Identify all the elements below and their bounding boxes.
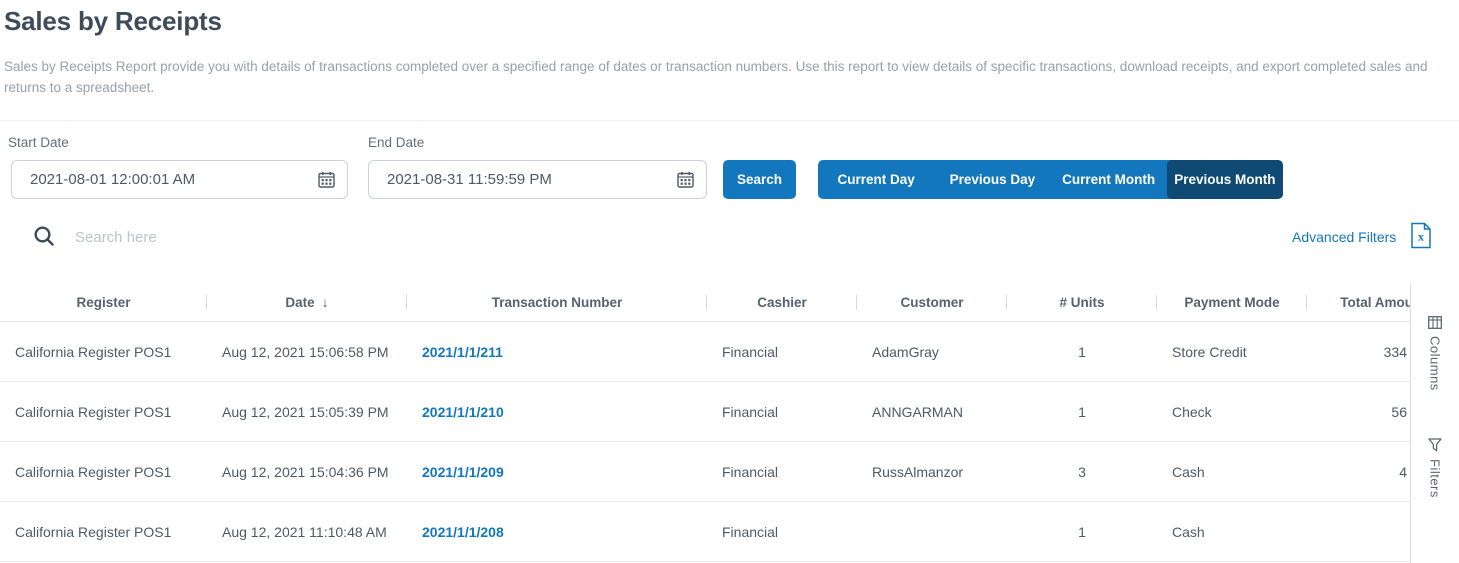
filter-funnel-icon [1428, 438, 1442, 452]
filters-tab-label: Filters [1427, 458, 1443, 498]
cell-register: California Register POS1 [15, 523, 172, 540]
transaction-number-link[interactable]: 2021/1/1/210 [422, 404, 504, 420]
cell-customer: RussAlmanzor [872, 463, 964, 480]
cell-transaction-number: 2021/1/1/208 [407, 524, 707, 540]
cell-transaction-number: 2021/1/1/209 [407, 464, 707, 480]
start-date-label: Start Date [8, 135, 69, 150]
cell-transaction-number: 2021/1/1/210 [407, 404, 707, 420]
table-body: California Register POS1 Aug 12, 2021 15… [0, 322, 1459, 562]
columns-tab-label: Columns [1427, 336, 1443, 391]
transaction-number-link[interactable]: 2021/1/1/211 [422, 344, 503, 360]
columns-grid-icon [1428, 316, 1442, 329]
start-date-input[interactable] [30, 171, 318, 188]
columns-tab[interactable]: Columns [1428, 316, 1443, 391]
end-date-label: End Date [368, 135, 425, 150]
cell-payment-mode: Cash [1172, 463, 1205, 480]
start-date-calendar-icon[interactable] [318, 171, 335, 188]
search-input[interactable] [75, 224, 1075, 250]
column-header-transaction-number[interactable]: Transaction Number [407, 295, 707, 310]
cell-cashier: Financial [722, 523, 779, 540]
quick-range-current-month[interactable]: Current Month [1051, 160, 1167, 199]
cell-units: 1 [1078, 343, 1086, 360]
column-header-units[interactable]: # Units [1007, 295, 1157, 310]
cell-date: Aug 12, 2021 15:06:58 PM [222, 343, 389, 360]
header-divider [0, 120, 1459, 121]
table-header: Register Date ↓ Transaction Number Cashie… [0, 283, 1459, 322]
page-title: Sales by Receipts [4, 6, 222, 36]
svg-text:x: x [1418, 230, 1424, 244]
cell-units: 3 [1078, 463, 1086, 480]
side-panel: Columns Filters [1410, 283, 1459, 563]
cell-customer: ANNGARMAN [872, 403, 964, 420]
sort-desc-icon: ↓ [321, 294, 329, 310]
search-button[interactable]: Search [723, 160, 796, 199]
table-row[interactable]: California Register POS1 Aug 12, 2021 15… [0, 322, 1459, 382]
cell-customer: AdamGray [872, 343, 939, 360]
table-row[interactable]: California Register POS1 Aug 12, 2021 15… [0, 382, 1459, 442]
quick-range-previous-day[interactable]: Previous Day [934, 160, 1050, 199]
cell-units: 1 [1078, 403, 1086, 420]
table-row[interactable]: California Register POS1 Aug 12, 2021 15… [0, 442, 1459, 502]
end-date-calendar-icon[interactable] [677, 171, 694, 188]
cell-cashier: Financial [722, 343, 779, 360]
cell-date: Aug 12, 2021 15:05:39 PM [222, 403, 389, 420]
cell-payment-mode: Cash [1172, 523, 1205, 540]
quick-range-previous-month[interactable]: Previous Month [1166, 160, 1283, 199]
cell-register: California Register POS1 [15, 343, 172, 360]
cell-date: Aug 12, 2021 11:10:48 AM [222, 523, 387, 540]
cell-date: Aug 12, 2021 15:04:36 PM [222, 463, 389, 480]
start-date-field[interactable] [11, 160, 348, 199]
column-header-cashier[interactable]: Cashier [707, 295, 857, 310]
cell-payment-mode: Check [1172, 403, 1212, 420]
column-header-date[interactable]: Date ↓ [207, 294, 407, 310]
cell-register: California Register POS1 [15, 403, 172, 420]
quick-range-group: Current Day Previous Day Current Month Prev… [818, 160, 1283, 199]
table-row[interactable]: California Register POS1 Aug 12, 2021 11… [0, 502, 1459, 562]
search-icon [33, 225, 55, 247]
column-header-payment-mode[interactable]: Payment Mode [1157, 295, 1307, 310]
end-date-input[interactable] [387, 171, 677, 188]
excel-export-icon[interactable]: x [1410, 222, 1432, 249]
filters-tab[interactable]: Filters [1428, 438, 1443, 498]
cell-cashier: Financial [722, 463, 779, 480]
cell-transaction-number: 2021/1/1/211 [407, 344, 707, 360]
column-header-register[interactable]: Register [0, 295, 207, 310]
transaction-number-link[interactable]: 2021/1/1/209 [422, 464, 504, 480]
page-description: Sales by Receipts Report provide you wit… [4, 59, 1428, 95]
cell-payment-mode: Store Credit [1172, 343, 1247, 360]
cell-register: California Register POS1 [15, 463, 172, 480]
cell-cashier: Financial [722, 403, 779, 420]
cell-units: 1 [1078, 523, 1086, 540]
column-header-customer[interactable]: Customer [857, 295, 1007, 310]
transaction-number-link[interactable]: 2021/1/1/208 [422, 524, 504, 540]
end-date-field[interactable] [368, 160, 707, 199]
advanced-filters-link[interactable]: Advanced Filters [1292, 229, 1396, 245]
quick-range-current-day[interactable]: Current Day [818, 160, 934, 199]
